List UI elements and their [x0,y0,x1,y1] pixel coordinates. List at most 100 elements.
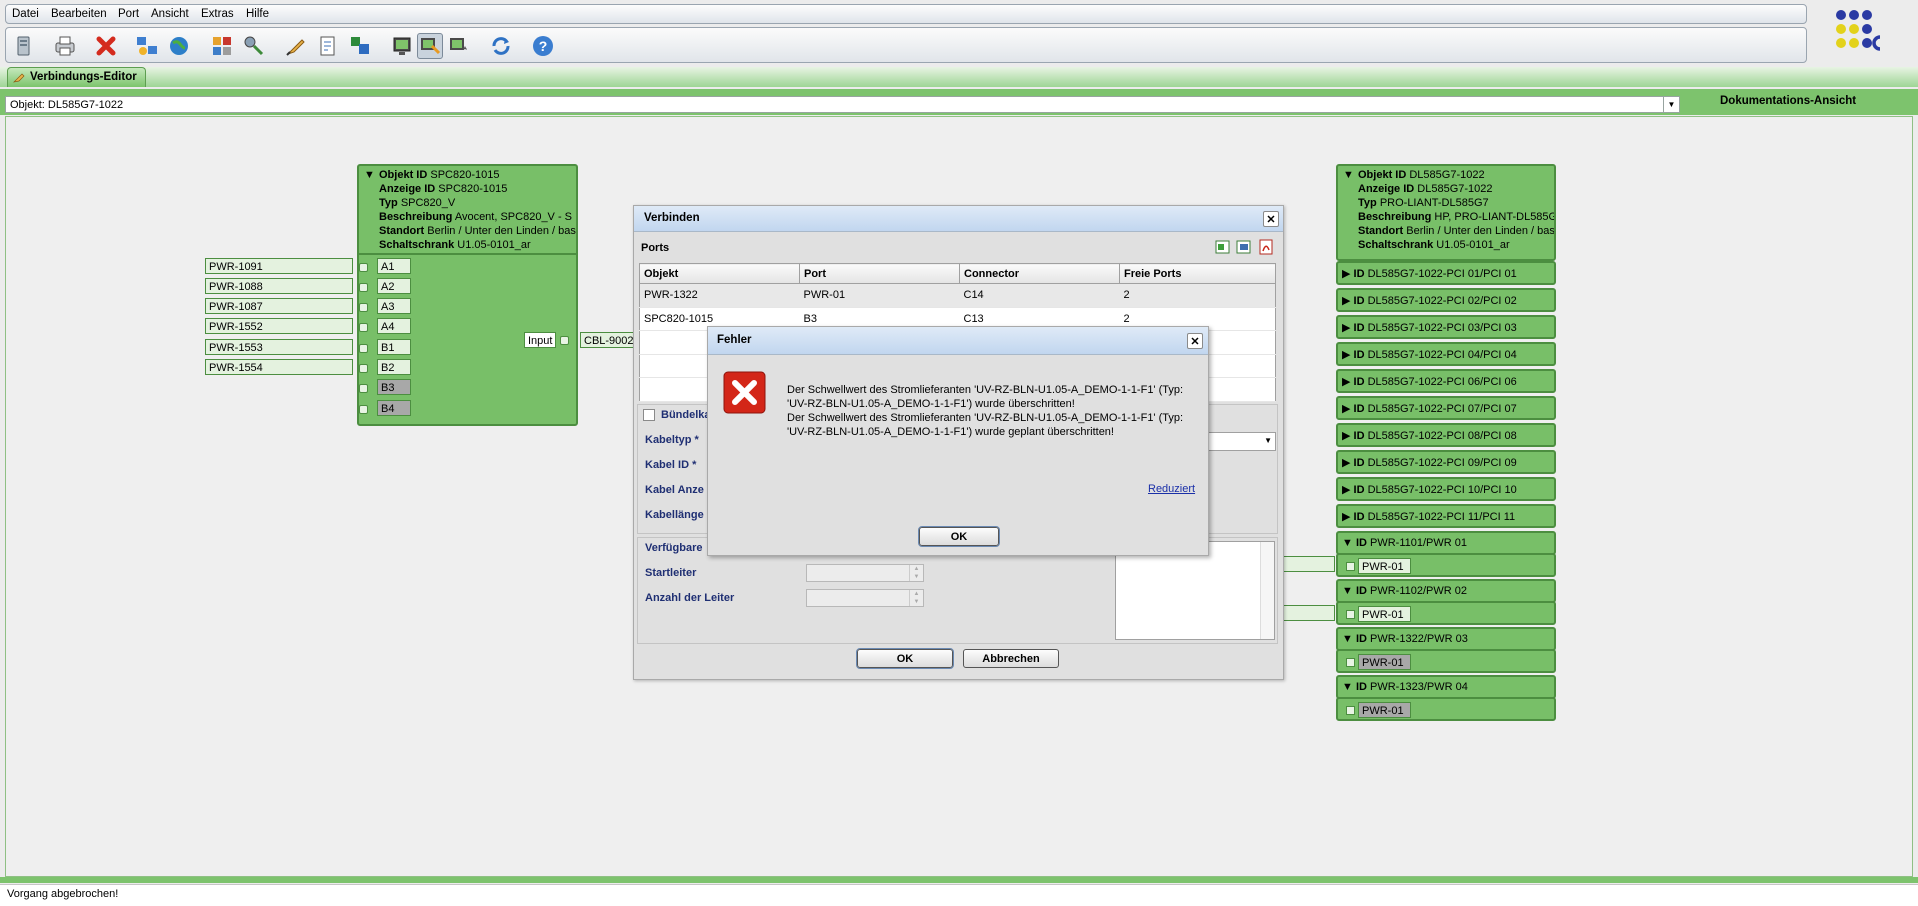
port-a2[interactable]: A2 [377,278,411,294]
port-a3[interactable]: A3 [377,298,411,314]
dialog-title: Verbinden [634,206,1283,232]
cell-freie-ports: 2 [1119,283,1276,308]
port-connector[interactable] [359,384,368,393]
pci-row[interactable]: ▶ ID DL585G7-1022-PCI 07/PCI 07 [1336,396,1556,420]
cable-length-label: Kabellänge [645,509,704,521]
stepper-arrows-icon[interactable]: ▲ ▼ [909,565,923,581]
cancel-button[interactable]: Abbrechen [963,649,1059,668]
port-b3[interactable]: B3 [377,379,411,395]
cable-label[interactable]: CBL-9002 [580,332,636,348]
pwr-group-header[interactable]: ▼ ID PWR-1101/PWR 01 [1336,531,1556,555]
col-freie-ports[interactable]: Freie Ports [1119,262,1276,285]
pci-row[interactable]: ▶ ID DL585G7-1022-PCI 11/PCI 11 [1336,504,1556,528]
export-csv-icon[interactable] [1236,239,1252,255]
pwr-link[interactable]: PWR-1553 [205,339,353,355]
pdf-icon[interactable] [1258,239,1274,255]
pwr-link[interactable]: PWR-1088 [205,278,353,294]
collapse-icon[interactable]: ▼ [364,169,375,181]
port-a1[interactable]: A1 [377,258,411,274]
status-text: Vorgang abgebrochen! [7,888,119,900]
cell-objekt: PWR-1322 [639,283,800,308]
pwr-port[interactable]: PWR-01 [1358,606,1411,622]
bundle-checkbox[interactable] [643,409,655,421]
connection-link[interactable] [1283,556,1335,572]
port-connector[interactable] [359,303,368,312]
field-beschreibung: Beschreibung HP, PRO-LIANT-DL585G [1358,211,1554,223]
stepper-arrows-icon[interactable]: ▲ ▼ [909,590,923,606]
field-beschreibung: Beschreibung Avocent, SPC820_V - S [379,211,573,223]
field-typ: Typ SPC820_V [379,197,456,209]
col-port[interactable]: Port [799,262,960,285]
connection-link[interactable] [1283,605,1335,621]
pci-row[interactable]: ▶ ID DL585G7-1022-PCI 03/PCI 03 [1336,315,1556,339]
scrollbar[interactable] [1260,542,1274,639]
ok-button[interactable]: OK [856,648,954,669]
pwr-group-header[interactable]: ▼ ID PWR-1102/PWR 02 [1336,579,1556,603]
field-schaltschrank: Schaltschrank U1.05-0101_ar [1358,239,1510,251]
cable-id-label: Kabel ID * [645,459,697,471]
port-connector[interactable] [359,283,368,292]
collapse-icon[interactable]: ▼ [1343,169,1354,181]
object-card-dl585g7[interactable]: ▼ Objekt ID DL585G7-1022 Anzeige ID DL58… [1336,164,1556,261]
pwr-port[interactable]: PWR-01 [1358,702,1411,718]
pwr-link[interactable]: PWR-1087 [205,298,353,314]
pwr-group-port[interactable]: PWR-01 [1336,553,1556,577]
details-link[interactable]: Reduziert [1148,483,1195,495]
field-standort: Standort Berlin / Unter den Linden / bas [1358,225,1554,237]
pci-row[interactable]: ▶ ID DL585G7-1022-PCI 02/PCI 02 [1336,288,1556,312]
port-connector[interactable] [359,364,368,373]
pci-row[interactable]: ▶ ID DL585G7-1022-PCI 08/PCI 08 [1336,423,1556,447]
conductor-count-stepper[interactable]: ▲ ▼ [806,589,924,607]
close-icon[interactable]: ✕ [1187,333,1203,349]
export-excel-icon[interactable] [1215,239,1231,255]
table-row[interactable]: PWR-1322 PWR-01 C14 2 [639,283,1276,308]
port-a4[interactable]: A4 [377,318,411,334]
pwr-link-label: PWR-1554 [209,362,263,374]
port-connector[interactable] [1346,610,1355,619]
cable-display-label: Kabel Anze [645,484,704,496]
col-objekt[interactable]: Objekt [639,262,800,285]
pwr-port[interactable]: PWR-01 [1358,654,1411,670]
pci-row[interactable]: ▶ ID DL585G7-1022-PCI 01/PCI 01 [1336,261,1556,285]
cable-type-select[interactable]: ▼ [1204,432,1276,451]
close-icon[interactable]: ✕ [1263,211,1279,227]
input-connector[interactable] [560,336,569,345]
pci-row[interactable]: ▶ ID DL585G7-1022-PCI 10/PCI 10 [1336,477,1556,501]
input-port[interactable]: Input [524,332,556,348]
field-schaltschrank: Schaltschrank U1.05-0101_ar [379,239,531,251]
field-objekt-id: Objekt ID DL585G7-1022 [1358,169,1485,181]
field-standort: Standort Berlin / Unter den Linden / bas [379,225,576,237]
cell-port: PWR-01 [799,283,960,308]
port-b1[interactable]: B1 [377,339,411,355]
pwr-link[interactable]: PWR-1552 [205,318,353,334]
available-label: Verfügbare [645,542,703,554]
port-b2[interactable]: B2 [377,359,411,375]
cell-connector: C14 [959,283,1120,308]
pwr-link[interactable]: PWR-1091 [205,258,353,274]
port-connector[interactable] [359,263,368,272]
pwr-group-port[interactable]: PWR-01 [1336,601,1556,625]
port-connector[interactable] [359,323,368,332]
ports-label: Ports [641,242,670,254]
field-anzeige-id: Anzeige ID SPC820-1015 [379,183,508,195]
pci-row[interactable]: ▶ ID DL585G7-1022-PCI 09/PCI 09 [1336,450,1556,474]
start-conductor-stepper[interactable]: ▲ ▼ [806,564,924,582]
port-b4[interactable]: B4 [377,400,411,416]
error-message: Der Schwellwert des Stromlieferanten 'UV… [787,383,1187,439]
port-connector[interactable] [359,405,368,414]
pwr-port[interactable]: PWR-01 [1358,558,1411,574]
pci-row[interactable]: ▶ ID DL585G7-1022-PCI 06/PCI 06 [1336,369,1556,393]
ok-button[interactable]: OK [918,526,1000,547]
pwr-group-port[interactable]: PWR-01 [1336,697,1556,721]
port-connector[interactable] [359,344,368,353]
pwr-group-header[interactable]: ▼ ID PWR-1322/PWR 03 [1336,627,1556,651]
port-connector[interactable] [1346,658,1355,667]
port-connector[interactable] [1346,706,1355,715]
pci-row[interactable]: ▶ ID DL585G7-1022-PCI 04/PCI 04 [1336,342,1556,366]
col-connector[interactable]: Connector [959,262,1120,285]
pwr-group-port[interactable]: PWR-01 [1336,649,1556,673]
pwr-link-label: PWR-1553 [209,342,263,354]
pwr-group-header[interactable]: ▼ ID PWR-1323/PWR 04 [1336,675,1556,699]
port-connector[interactable] [1346,562,1355,571]
pwr-link[interactable]: PWR-1554 [205,359,353,375]
